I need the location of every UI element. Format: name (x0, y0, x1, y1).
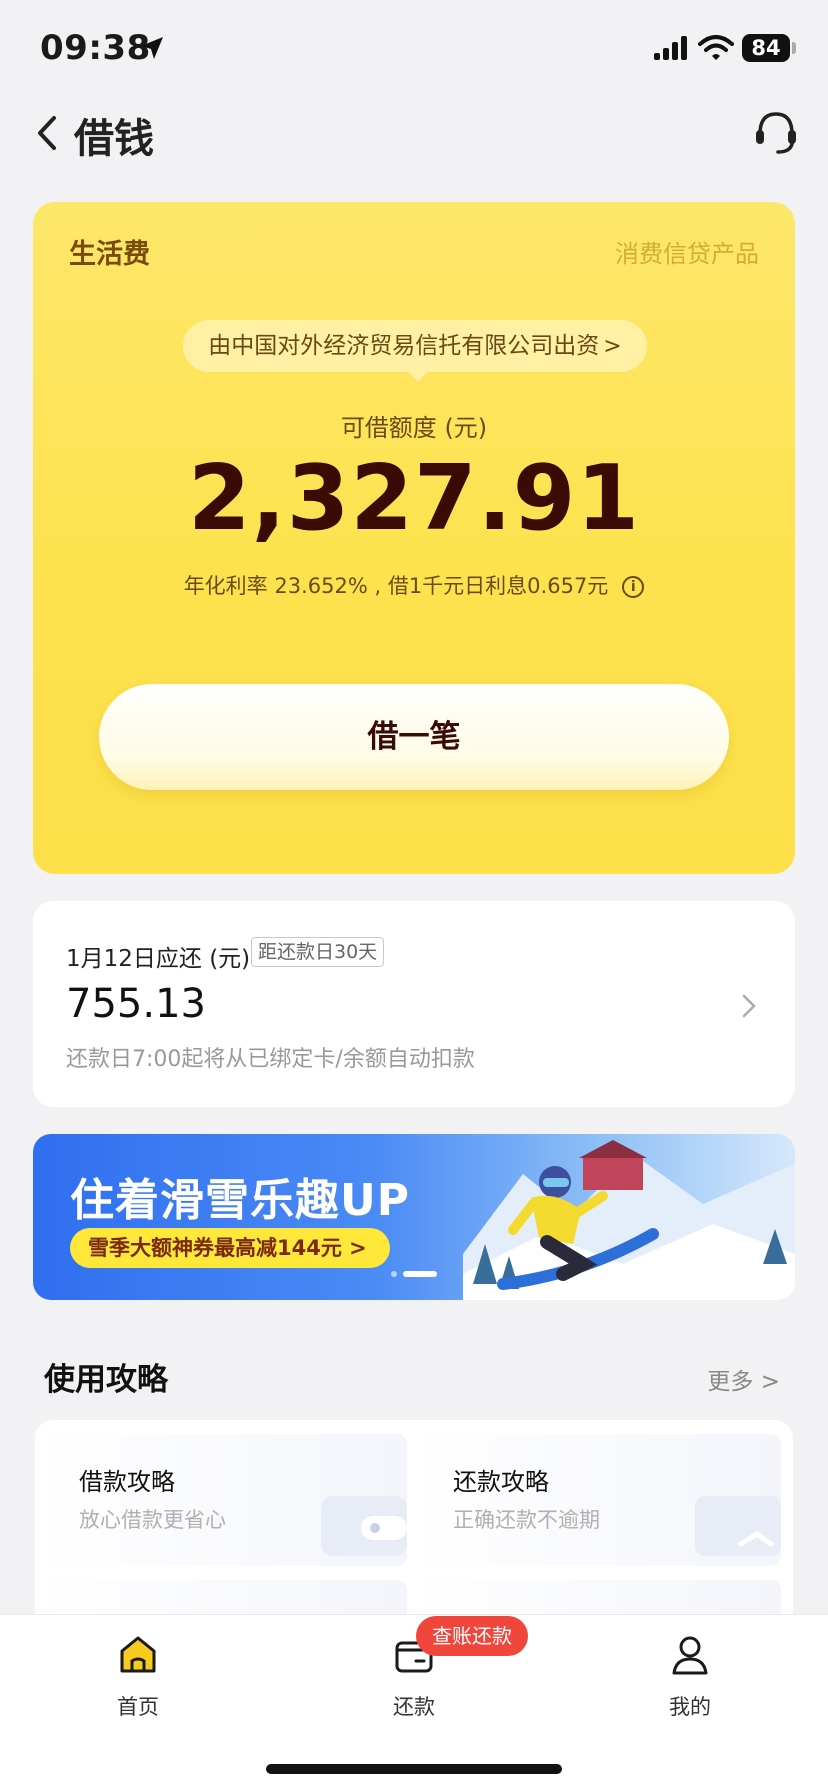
pagination-dot-active (403, 1271, 437, 1277)
repayment-amount: 755.13 (66, 981, 206, 1027)
tab-label: 首页 (117, 1695, 159, 1719)
navigation-bar: 借钱 (0, 100, 828, 200)
funder-text: 由中国对外经济贸易信托有限公司出资 (208, 333, 600, 359)
home-indicator[interactable] (266, 1764, 562, 1774)
guide-card-title: 还款攻略 (453, 1468, 549, 1496)
guide-card-borrow[interactable]: 借款攻略 放心借款更省心 (35, 1434, 407, 1566)
auto-debit-note: 还款日7:00起将从已绑定卡/余额自动扣款 (66, 1047, 475, 1072)
tab-label: 还款 (393, 1695, 435, 1719)
loan-card: 生活费 消费信贷产品 由中国对外经济贸易信托有限公司出资 > 可借额度 (元) 2… (33, 202, 795, 874)
repayment-card[interactable]: 1月12日应还 (元) 距还款日30天 755.13 还款日7:00起将从已绑定… (33, 901, 795, 1107)
chevron-right-icon: > (603, 334, 622, 359)
funder-info-link[interactable]: 由中国对外经济贸易信托有限公司出资 > (183, 320, 647, 372)
cellular-signal-icon (654, 36, 687, 60)
loan-product-name: 生活费 (69, 239, 150, 270)
banner-coupon-pill: 雪季大额神券最高减144元 > (70, 1228, 390, 1268)
tab-label: 我的 (669, 1695, 711, 1719)
wifi-icon (698, 35, 734, 60)
interest-rate-text: 年化利率 23.652% , 借1千元日利息0.657元 (183, 574, 609, 598)
interest-rate-line: 年化利率 23.652% , 借1千元日利息0.657元 i (33, 570, 795, 600)
wallet-icon (321, 1496, 407, 1556)
tab-mine[interactable]: 我的 (620, 1633, 760, 1743)
battery-indicator: 84 (742, 34, 790, 62)
card-icon (695, 1496, 781, 1556)
user-icon (672, 1636, 708, 1675)
guide-card-repay[interactable]: 还款攻略 正确还款不逾期 (409, 1434, 781, 1566)
banner-pagination (391, 1270, 451, 1278)
chevron-right-icon (742, 994, 756, 1018)
days-to-repayment-badge: 距还款日30天 (251, 937, 385, 967)
guide-card-subtitle: 正确还款不逾期 (453, 1508, 600, 1532)
quota-label: 可借额度 (元) (340, 414, 488, 442)
guide-section-title: 使用攻略 (44, 1362, 168, 1398)
page-title: 借钱 (74, 116, 154, 162)
guide-more-link[interactable]: 更多 > (707, 1362, 780, 1396)
borrow-button[interactable]: 借一笔 (99, 684, 729, 790)
home-icon (120, 1636, 156, 1673)
pagination-dot (391, 1271, 397, 1277)
location-arrow-icon (141, 37, 163, 59)
tab-home[interactable]: 首页 (68, 1633, 208, 1743)
check-bill-repay-badge[interactable]: 查账还款 (416, 1616, 528, 1656)
guide-card-subtitle: 放心借款更省心 (79, 1508, 226, 1532)
funder-pill-pointer (407, 370, 429, 382)
status-bar: 09:38 84 (0, 0, 828, 100)
promo-banner[interactable]: 住着滑雪乐趣UP 雪季大额神券最高减144元 > (33, 1134, 795, 1300)
banner-title: 住着滑雪乐趣UP (70, 1175, 410, 1226)
battery-tip (792, 42, 796, 54)
guide-card-title: 借款攻略 (79, 1468, 175, 1496)
customer-service-headset-icon[interactable] (752, 108, 800, 156)
info-icon[interactable]: i (622, 576, 645, 598)
status-time: 09:38 (40, 28, 151, 68)
loan-product-type: 消费信贷产品 (615, 240, 759, 268)
quota-amount: 2,327.91 (187, 446, 641, 551)
back-chevron-icon[interactable] (32, 112, 62, 154)
snowboarder-illustration (463, 1140, 795, 1300)
repayment-due-label: 1月12日应还 (元) (66, 946, 251, 972)
